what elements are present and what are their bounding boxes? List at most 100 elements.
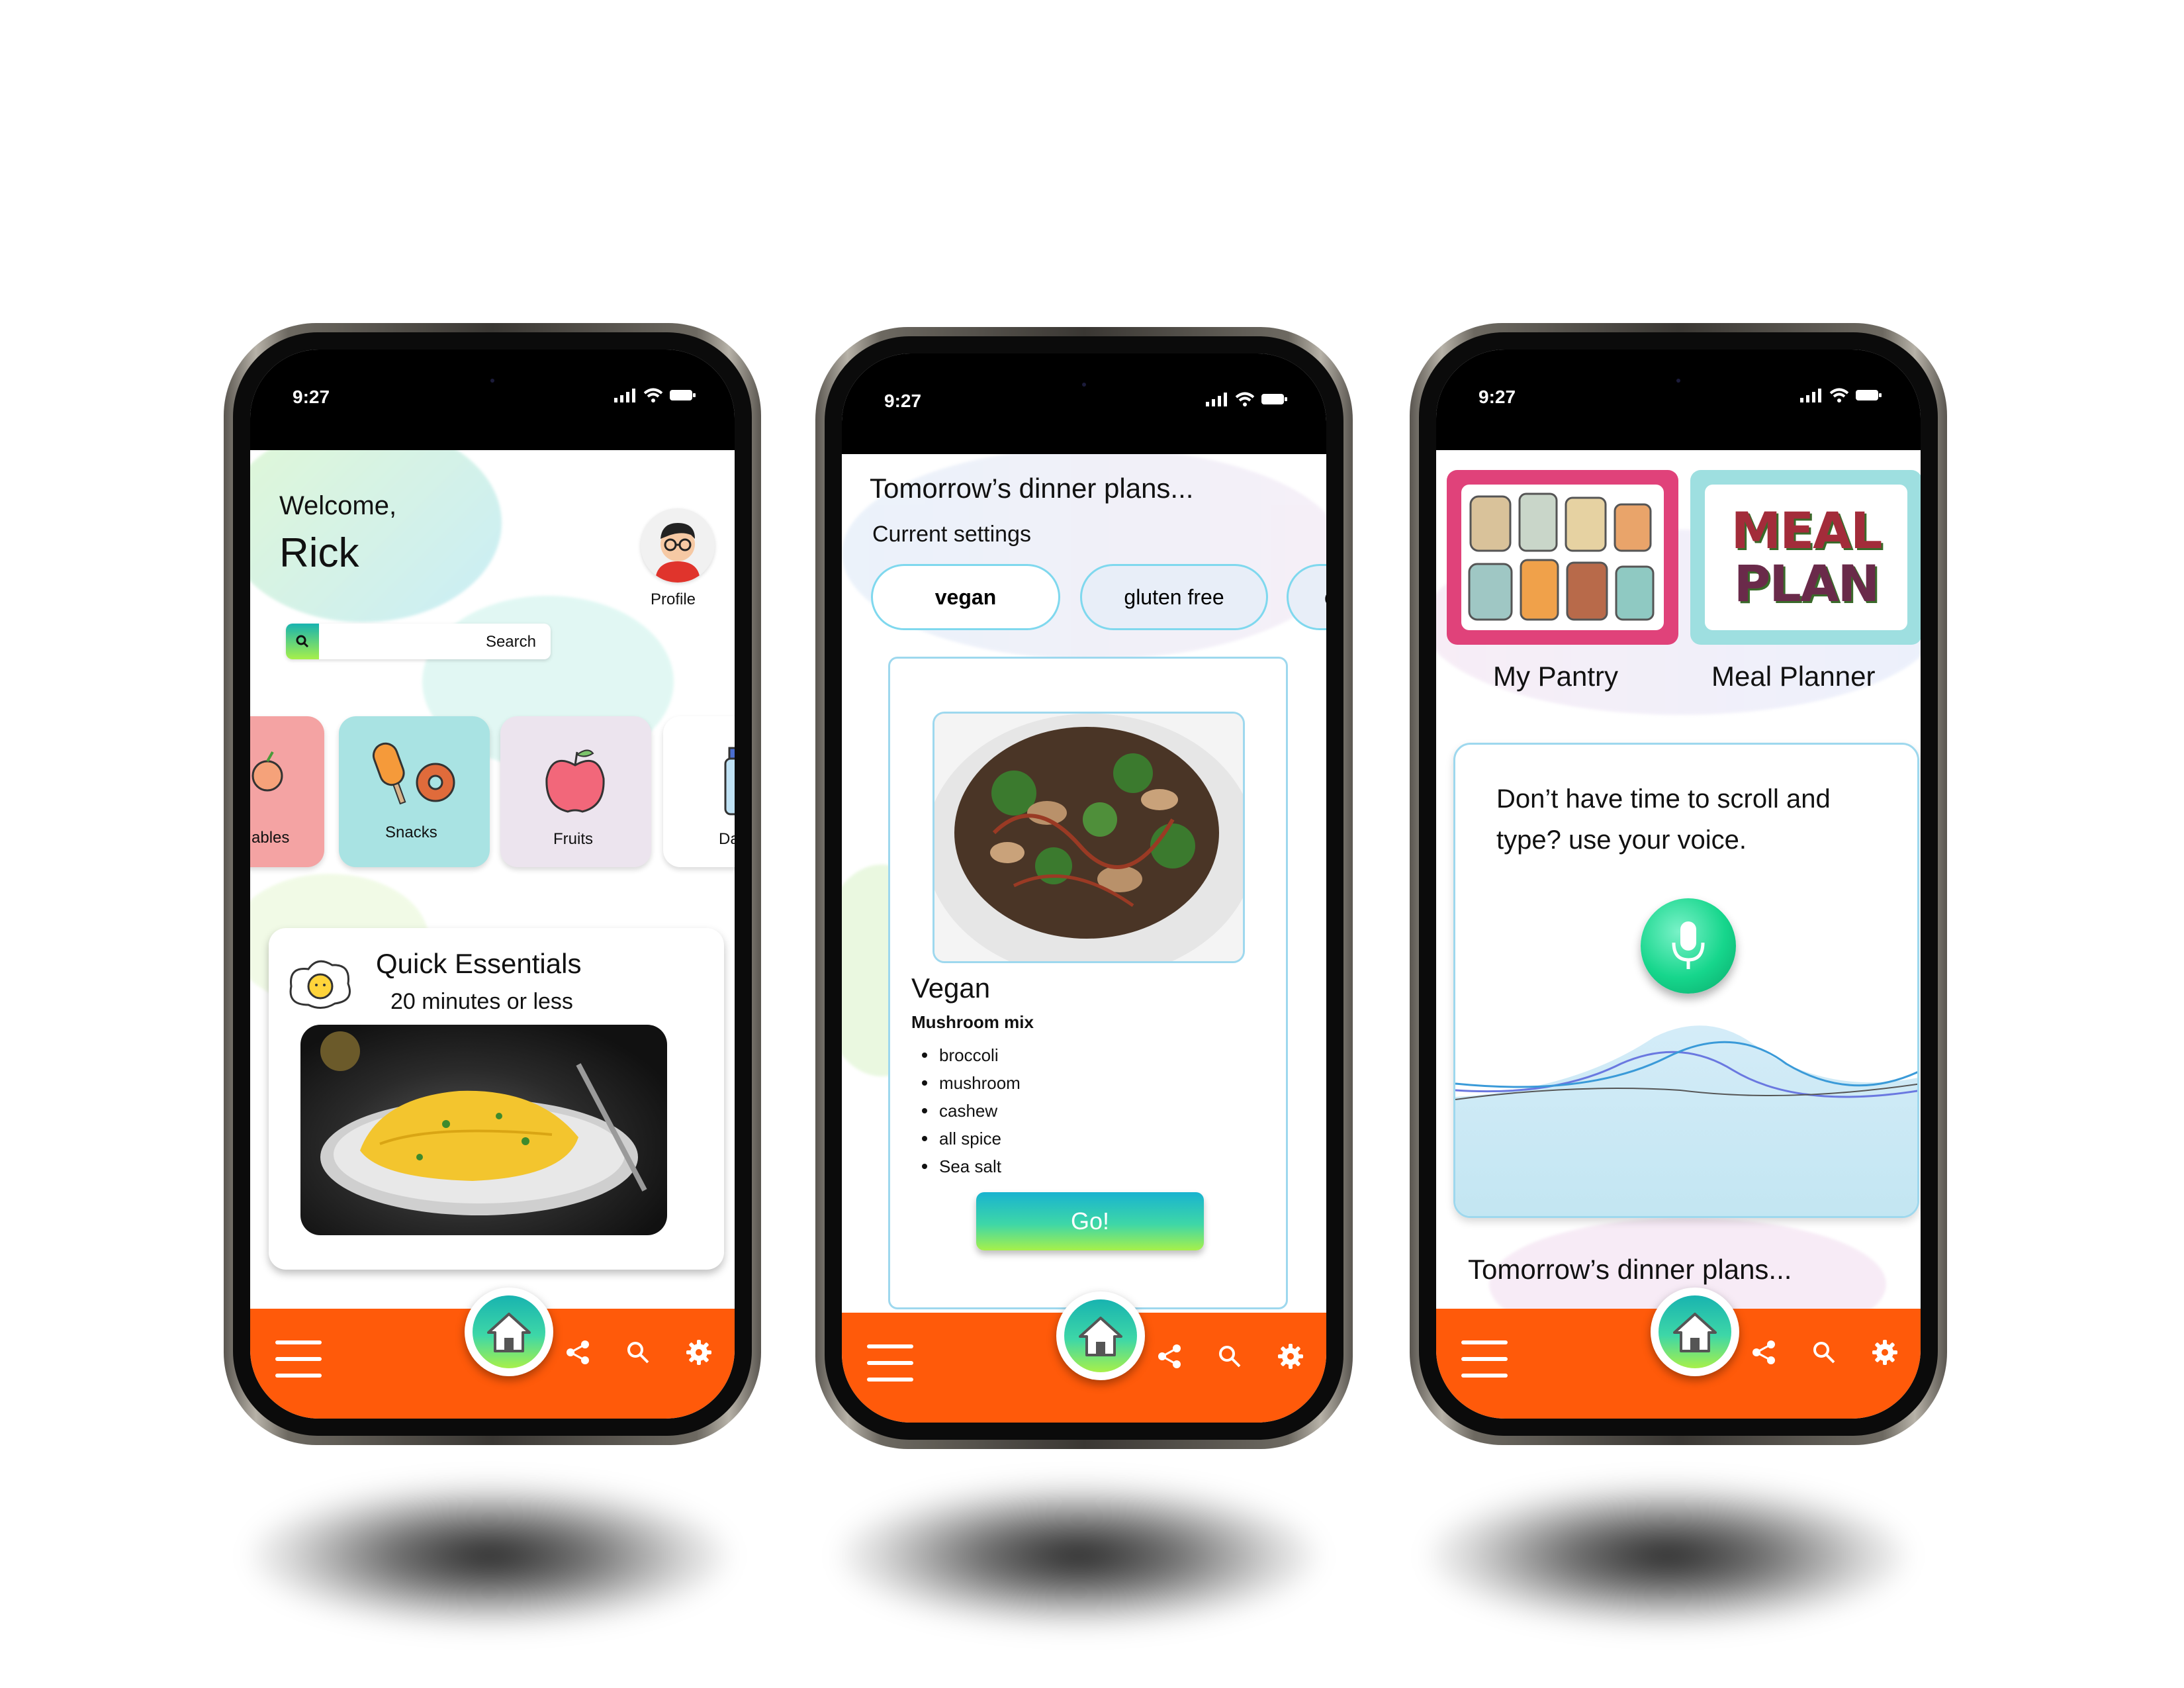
category-label: Fruits bbox=[553, 830, 593, 848]
recipe-card[interactable]: Vegan Mushroom mix broccoli mushroom cas… bbox=[888, 657, 1288, 1309]
category-label: ables bbox=[251, 829, 290, 847]
snacks-icon bbox=[372, 742, 455, 805]
search-icon[interactable] bbox=[286, 624, 319, 659]
camera-dot bbox=[1676, 379, 1680, 383]
microphone-icon bbox=[1672, 921, 1705, 969]
menu-icon[interactable] bbox=[1461, 1340, 1508, 1378]
search-icon[interactable] bbox=[1812, 1340, 1836, 1364]
quick-essentials-subtitle: 20 minutes or less bbox=[390, 989, 573, 1014]
list-item: Sea salt bbox=[922, 1152, 1021, 1180]
battery-icon bbox=[1261, 394, 1287, 404]
menu-icon[interactable] bbox=[867, 1344, 913, 1382]
mockup-stage: 9:27 Welcome, Rick Profile Search ables … bbox=[0, 0, 2184, 1688]
nav-actions bbox=[1157, 1343, 1304, 1370]
camera-dot bbox=[490, 379, 494, 383]
home-button[interactable] bbox=[1651, 1288, 1739, 1376]
recipe-name: Mushroom mix bbox=[911, 1012, 1034, 1032]
bottom-nav bbox=[250, 1288, 735, 1419]
dashboard-content: My Pantry MEAL PLAN Meal Planner Don’t h… bbox=[1436, 450, 1921, 1319]
camera-dot bbox=[1082, 383, 1086, 387]
meal-plan-artwork: MEAL PLAN bbox=[1705, 485, 1907, 630]
microphone-button[interactable] bbox=[1641, 898, 1736, 994]
profile-label[interactable]: Profile bbox=[651, 590, 696, 609]
welcome-label: Welcome, bbox=[279, 491, 397, 520]
category-card-snacks[interactable]: Snacks bbox=[339, 716, 490, 867]
signal-icon bbox=[1206, 393, 1227, 406]
milk-bottle-icon bbox=[724, 747, 735, 816]
share-icon[interactable] bbox=[1157, 1344, 1182, 1369]
tile-my-pantry[interactable] bbox=[1447, 470, 1678, 645]
ingredient-list: broccoli mushroom cashew all spice Sea s… bbox=[922, 1041, 1021, 1180]
share-icon[interactable] bbox=[1751, 1340, 1776, 1365]
share-icon[interactable] bbox=[565, 1340, 590, 1365]
home-button[interactable] bbox=[465, 1288, 553, 1376]
dinner-content: Tomorrow’s dinner plans... Current setti… bbox=[842, 454, 1326, 1323]
category-label: Snacks bbox=[385, 823, 437, 841]
screen-dashboard: 9:27 My Pantry MEAL PLAN Meal Planner Do… bbox=[1436, 350, 1921, 1419]
phone-shadow bbox=[841, 1483, 1317, 1628]
wifi-icon bbox=[1829, 388, 1849, 402]
search-icon[interactable] bbox=[1218, 1344, 1242, 1368]
signal-icon bbox=[1800, 389, 1821, 402]
status-bar: 9:27 bbox=[842, 353, 1326, 454]
home-icon bbox=[1079, 1317, 1122, 1356]
mushroom-mix-photo bbox=[933, 712, 1245, 963]
voice-waveform bbox=[1455, 1025, 1917, 1216]
phone-home: 9:27 Welcome, Rick Profile Search ables … bbox=[224, 323, 761, 1445]
gear-icon[interactable] bbox=[1872, 1339, 1898, 1366]
category-card-dairy[interactable]: Da bbox=[663, 716, 735, 867]
home-icon bbox=[1673, 1313, 1717, 1352]
menu-icon[interactable] bbox=[275, 1340, 322, 1378]
user-name: Rick bbox=[279, 530, 359, 576]
status-icons bbox=[614, 388, 696, 402]
chip-vegan[interactable]: vegan bbox=[871, 564, 1060, 630]
status-bar: 9:27 bbox=[250, 350, 735, 450]
battery-icon bbox=[670, 390, 696, 400]
nav-actions bbox=[1751, 1339, 1898, 1366]
status-time: 9:27 bbox=[1479, 387, 1516, 407]
bottom-nav bbox=[842, 1291, 1326, 1423]
vegetable-icon bbox=[251, 751, 283, 792]
status-bar: 9:27 bbox=[1436, 350, 1921, 450]
tile-meal-planner[interactable]: MEAL PLAN bbox=[1690, 470, 1921, 645]
category-card-fruits[interactable]: Fruits bbox=[500, 716, 651, 867]
voice-prompt: Don’t have time to scroll and bbox=[1496, 784, 1831, 814]
status-icons bbox=[1206, 392, 1288, 406]
avatar-icon bbox=[655, 523, 700, 583]
screen-dinner-plans: 9:27 Tomorrow’s dinner plans... Current … bbox=[842, 353, 1326, 1423]
omelette-photo bbox=[300, 1025, 667, 1235]
phone-shadow bbox=[251, 1483, 728, 1628]
search-icon[interactable] bbox=[626, 1340, 650, 1364]
home-button[interactable] bbox=[1056, 1291, 1145, 1380]
egg-icon bbox=[289, 960, 351, 1009]
status-time: 9:27 bbox=[293, 387, 330, 407]
screen-home: 9:27 Welcome, Rick Profile Search ables … bbox=[250, 350, 735, 1419]
status-icons bbox=[1800, 388, 1882, 402]
voice-input-card[interactable]: Don’t have time to scroll and type? use … bbox=[1453, 743, 1919, 1218]
status-time: 9:27 bbox=[884, 391, 922, 411]
section-heading: Tomorrow’s dinner plans... bbox=[1468, 1254, 1792, 1285]
page-title: Tomorrow’s dinner plans... bbox=[870, 473, 1194, 504]
signal-icon bbox=[614, 389, 635, 402]
wifi-icon bbox=[643, 388, 663, 402]
go-button[interactable]: Go! bbox=[976, 1192, 1204, 1250]
list-item: cashew bbox=[922, 1097, 1021, 1125]
gear-icon[interactable] bbox=[1277, 1343, 1304, 1370]
category-card-vegetables[interactable]: ables bbox=[250, 716, 324, 867]
phone-shadow bbox=[1430, 1483, 1906, 1628]
settings-label: Current settings bbox=[872, 522, 1031, 547]
chip-gluten-free[interactable]: gluten free bbox=[1080, 564, 1268, 630]
phone-dinner-plans: 9:27 Tomorrow’s dinner plans... Current … bbox=[815, 327, 1353, 1449]
tile-meal-planner-label[interactable]: Meal Planner bbox=[1711, 661, 1875, 692]
quick-essentials-card[interactable]: Quick Essentials 20 minutes or less bbox=[269, 928, 724, 1270]
apple-icon bbox=[545, 749, 605, 813]
quick-essentials-title: Quick Essentials bbox=[376, 948, 582, 979]
recipe-category: Vegan bbox=[911, 972, 991, 1004]
tile-my-pantry-label[interactable]: My Pantry bbox=[1493, 661, 1618, 692]
gear-icon[interactable] bbox=[686, 1339, 712, 1366]
nav-actions bbox=[565, 1339, 712, 1366]
pantry-jars-image bbox=[1461, 485, 1664, 630]
profile-avatar[interactable] bbox=[641, 508, 715, 583]
search-input[interactable]: Search bbox=[486, 633, 536, 651]
search-bar[interactable]: Search bbox=[286, 624, 551, 659]
